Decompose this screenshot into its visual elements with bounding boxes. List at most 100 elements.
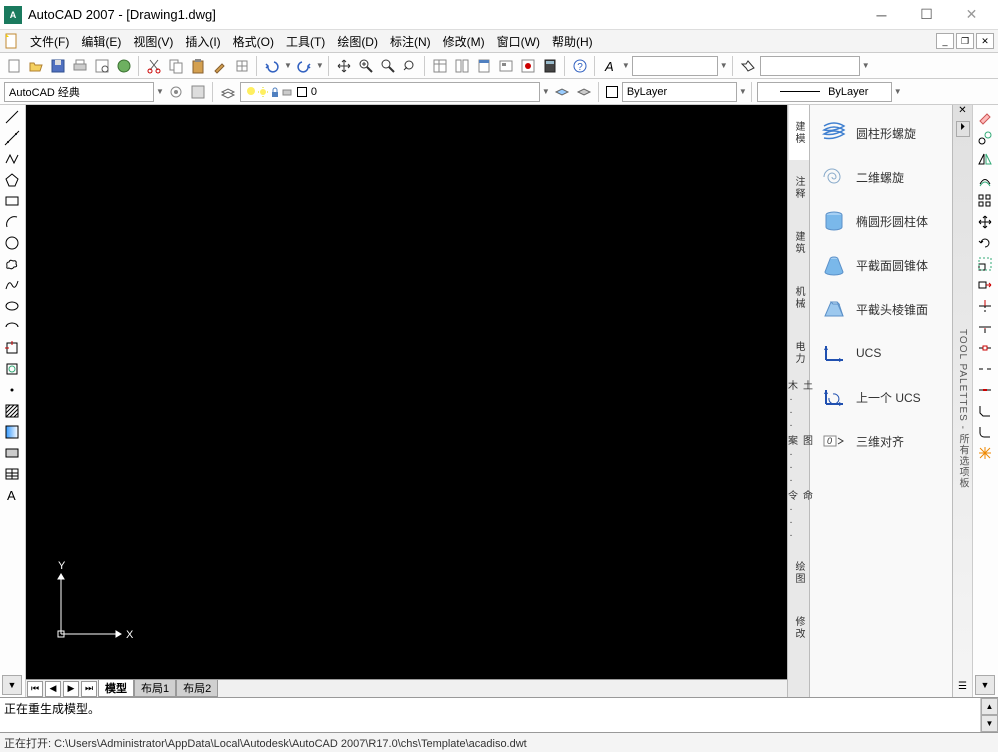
layer-states-button[interactable]: [552, 82, 572, 102]
extend-tool[interactable]: [975, 317, 995, 337]
mdi-minimize-button[interactable]: _: [936, 33, 954, 49]
dim-style-combo[interactable]: [632, 56, 718, 76]
cut-button[interactable]: [144, 56, 164, 76]
help-button[interactable]: ?: [570, 56, 590, 76]
close-button[interactable]: ✕: [949, 1, 994, 29]
table-style-button[interactable]: [738, 56, 758, 76]
cmd-scroll-up[interactable]: ▲: [981, 698, 998, 715]
palette-tab-elec[interactable]: 电力: [789, 325, 809, 380]
tab-layout1[interactable]: 布局1: [134, 680, 176, 697]
plot-button[interactable]: [70, 56, 90, 76]
fillet-tool[interactable]: [975, 422, 995, 442]
revision-cloud-tool[interactable]: [2, 254, 22, 274]
undo-button[interactable]: [262, 56, 282, 76]
palette-tab-mech[interactable]: 机械: [789, 270, 809, 325]
color-combo[interactable]: ByLayer: [622, 82, 737, 102]
make-block-tool[interactable]: [2, 359, 22, 379]
menu-view[interactable]: 视图(V): [127, 31, 179, 52]
layer-combo[interactable]: 0: [240, 82, 540, 102]
maximize-button[interactable]: ☐: [904, 1, 949, 29]
markup-button[interactable]: [518, 56, 538, 76]
menu-insert[interactable]: 插入(I): [179, 31, 226, 52]
palette-tab-arch[interactable]: 建筑: [789, 215, 809, 270]
insert-block-tool[interactable]: [2, 338, 22, 358]
tab-first-button[interactable]: ⏮: [27, 681, 43, 697]
redo-button[interactable]: [294, 56, 314, 76]
mirror-tool[interactable]: [975, 149, 995, 169]
match-props-button[interactable]: [210, 56, 230, 76]
drawing-area[interactable]: X Y: [26, 105, 787, 679]
rotate-tool[interactable]: [975, 233, 995, 253]
palette-item-align-3d[interactable]: 0 三维对齐: [816, 419, 946, 463]
stretch-tool[interactable]: [975, 275, 995, 295]
command-scrollbar[interactable]: ▲ ▼: [980, 698, 998, 732]
menu-window[interactable]: 窗口(W): [491, 31, 546, 52]
paste-button[interactable]: [188, 56, 208, 76]
menu-help[interactable]: 帮助(H): [546, 31, 599, 52]
copy-tool[interactable]: [975, 128, 995, 148]
scroll-down-right-icon[interactable]: ▼: [975, 675, 995, 695]
minimize-button[interactable]: ─: [859, 1, 904, 29]
palette-item-ucs-prev[interactable]: 上一个 UCS: [816, 375, 946, 419]
table-style-combo[interactable]: [760, 56, 860, 76]
tab-layout2[interactable]: 布局2: [176, 680, 218, 697]
palette-item-helix-2d[interactable]: 二维螺旋: [816, 155, 946, 199]
table-tool[interactable]: [2, 464, 22, 484]
menu-draw[interactable]: 绘图(D): [331, 31, 384, 52]
scale-tool[interactable]: [975, 254, 995, 274]
design-center-button[interactable]: [452, 56, 472, 76]
publish-button[interactable]: [114, 56, 134, 76]
menu-tools[interactable]: 工具(T): [280, 31, 331, 52]
text-style-button[interactable]: A: [600, 56, 620, 76]
palette-item-ucs[interactable]: UCS: [816, 331, 946, 375]
tab-model[interactable]: 模型: [98, 680, 134, 697]
workspace-combo[interactable]: AutoCAD 经典: [4, 82, 154, 102]
palette-item-cone-flat[interactable]: 平截面圆锥体: [816, 243, 946, 287]
circle-tool[interactable]: [2, 233, 22, 253]
menu-file[interactable]: 文件(F): [24, 31, 75, 52]
chamfer-tool[interactable]: [975, 401, 995, 421]
open-button[interactable]: [26, 56, 46, 76]
line-tool[interactable]: [2, 107, 22, 127]
hatch-tool[interactable]: [2, 401, 22, 421]
zoom-realtime-button[interactable]: [356, 56, 376, 76]
explode-tool[interactable]: [975, 443, 995, 463]
palette-pin-icon[interactable]: ⏵: [956, 121, 970, 137]
new-button[interactable]: [4, 56, 24, 76]
palette-tab-civil[interactable]: 土木...: [789, 380, 809, 435]
palette-props-icon[interactable]: ☰: [958, 681, 967, 697]
join-tool[interactable]: [975, 380, 995, 400]
break-tool[interactable]: [975, 359, 995, 379]
tab-next-button[interactable]: ▶: [63, 681, 79, 697]
gradient-tool[interactable]: [2, 422, 22, 442]
mtext-tool[interactable]: A: [2, 485, 22, 505]
arc-tool[interactable]: [2, 212, 22, 232]
palette-close-icon[interactable]: ✕: [958, 105, 966, 121]
palette-tab-cmd[interactable]: 命令...: [789, 490, 809, 545]
erase-tool[interactable]: [975, 107, 995, 127]
menu-format[interactable]: 格式(O): [227, 31, 280, 52]
point-tool[interactable]: [2, 380, 22, 400]
palette-tab-modeling[interactable]: 建模: [789, 105, 809, 160]
ellipse-tool[interactable]: [2, 296, 22, 316]
spline-tool[interactable]: [2, 275, 22, 295]
scroll-down-icon[interactable]: ▼: [2, 675, 22, 695]
properties-button[interactable]: [430, 56, 450, 76]
polyline-tool[interactable]: [2, 149, 22, 169]
tab-prev-button[interactable]: ◀: [45, 681, 61, 697]
palette-tab-pattern[interactable]: 图案...: [789, 435, 809, 490]
palette-tab-draw[interactable]: 绘图: [789, 545, 809, 600]
command-window[interactable]: 正在重生成模型。 ▲ ▼: [0, 697, 998, 733]
workspace-lock-button[interactable]: [188, 82, 208, 102]
zoom-previous-button[interactable]: [400, 56, 420, 76]
mdi-restore-button[interactable]: ❐: [956, 33, 974, 49]
linetype-combo[interactable]: ByLayer: [757, 82, 892, 102]
array-tool[interactable]: [975, 191, 995, 211]
mdi-close-button[interactable]: ✕: [976, 33, 994, 49]
menu-modify[interactable]: 修改(M): [437, 31, 491, 52]
workspace-settings-button[interactable]: [166, 82, 186, 102]
tab-last-button[interactable]: ⏭: [81, 681, 97, 697]
copy-button[interactable]: [166, 56, 186, 76]
move-tool[interactable]: [975, 212, 995, 232]
layer-previous-button[interactable]: [574, 82, 594, 102]
